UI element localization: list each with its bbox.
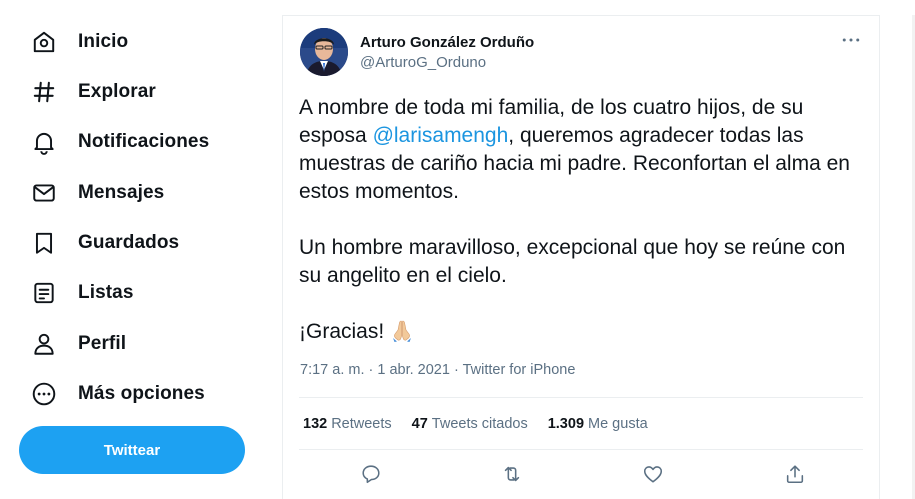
- retweet-button[interactable]: [500, 462, 524, 486]
- tweet-meta: 7:17 a. m. · 1 abr. 2021 · Twitter for i…: [300, 362, 576, 378]
- sidebar-item-label: Inicio: [78, 31, 129, 52]
- author-name[interactable]: Arturo González Orduño: [360, 34, 534, 51]
- tweet-paragraph-2: Un hombre maravilloso, excepcional que h…: [299, 236, 846, 287]
- likes-stat[interactable]: 1.309 Me gusta: [548, 416, 648, 432]
- envelope-icon: [30, 179, 58, 207]
- sidebar-item-label: Explorar: [78, 81, 156, 102]
- sidebar-item-label: Guardados: [78, 232, 180, 253]
- sidebar-item-guardados[interactable]: Guardados: [30, 228, 179, 258]
- reply-button[interactable]: [359, 462, 383, 486]
- bell-icon: [30, 128, 58, 156]
- tweet-source[interactable]: Twitter for iPhone: [463, 362, 576, 378]
- divider: [299, 397, 863, 398]
- sidebar-item-label: Mensajes: [78, 182, 165, 203]
- sidebar-item-mensajes[interactable]: Mensajes: [30, 178, 164, 208]
- ellipsis-icon: [842, 38, 860, 42]
- tweet-date[interactable]: 1 abr. 2021: [377, 362, 450, 378]
- sidebar-item-listas[interactable]: Listas: [30, 278, 134, 308]
- share-button[interactable]: [783, 462, 807, 486]
- folded-hands-icon: [390, 318, 414, 350]
- like-button[interactable]: [641, 462, 665, 486]
- more-options-button[interactable]: [839, 30, 863, 50]
- list-icon: [30, 279, 58, 307]
- sidebar-item-label: Listas: [78, 282, 134, 303]
- sidebar-item-notificaciones[interactable]: Notificaciones: [30, 127, 209, 157]
- hashtag-icon: [30, 78, 58, 106]
- tweet-time[interactable]: 7:17 a. m.: [300, 362, 364, 378]
- tweet-stats: 132 Retweets 47 Tweets citados 1.309 Me gus…: [303, 416, 668, 432]
- reply-icon: [362, 465, 380, 484]
- sidebar-item-inicio[interactable]: Inicio: [30, 27, 128, 57]
- sidebar-item-label: Perfil: [78, 333, 127, 354]
- divider: [299, 449, 863, 450]
- author-handle[interactable]: @ArturoG_Orduno: [360, 54, 486, 71]
- retweets-stat[interactable]: 132 Retweets: [303, 416, 392, 432]
- tweet-text: A nombre de toda mi familia, de los cuat…: [299, 94, 859, 350]
- more-circle-icon: [30, 380, 58, 408]
- avatar[interactable]: [300, 28, 348, 76]
- retweet-icon: [504, 466, 520, 482]
- tweet-paragraph-1: A nombre de toda mi familia, de los cuat…: [299, 96, 850, 203]
- share-icon: [786, 465, 804, 484]
- home-icon: [30, 28, 58, 56]
- bookmark-icon: [30, 229, 58, 257]
- sidebar: Inicio Explorar Notificaciones Mensajes …: [0, 0, 282, 499]
- mention-link[interactable]: @larisamengh: [373, 124, 509, 147]
- sidebar-item-mas-opciones[interactable]: Más opciones: [30, 379, 205, 409]
- tweet-paragraph-3: ¡Gracias!: [299, 318, 859, 350]
- person-icon: [30, 330, 58, 358]
- sidebar-item-label: Más opciones: [78, 383, 205, 404]
- heart-icon: [643, 466, 663, 483]
- tweet-button[interactable]: Twittear: [19, 426, 245, 474]
- sidebar-item-perfil[interactable]: Perfil: [30, 329, 126, 359]
- quote-tweets-stat[interactable]: 47 Tweets citados: [412, 416, 528, 432]
- tweet-detail: Arturo González Orduño @ArturoG_Orduno A…: [282, 15, 880, 499]
- sidebar-item-explorar[interactable]: Explorar: [30, 77, 156, 107]
- sidebar-item-label: Notificaciones: [78, 131, 210, 152]
